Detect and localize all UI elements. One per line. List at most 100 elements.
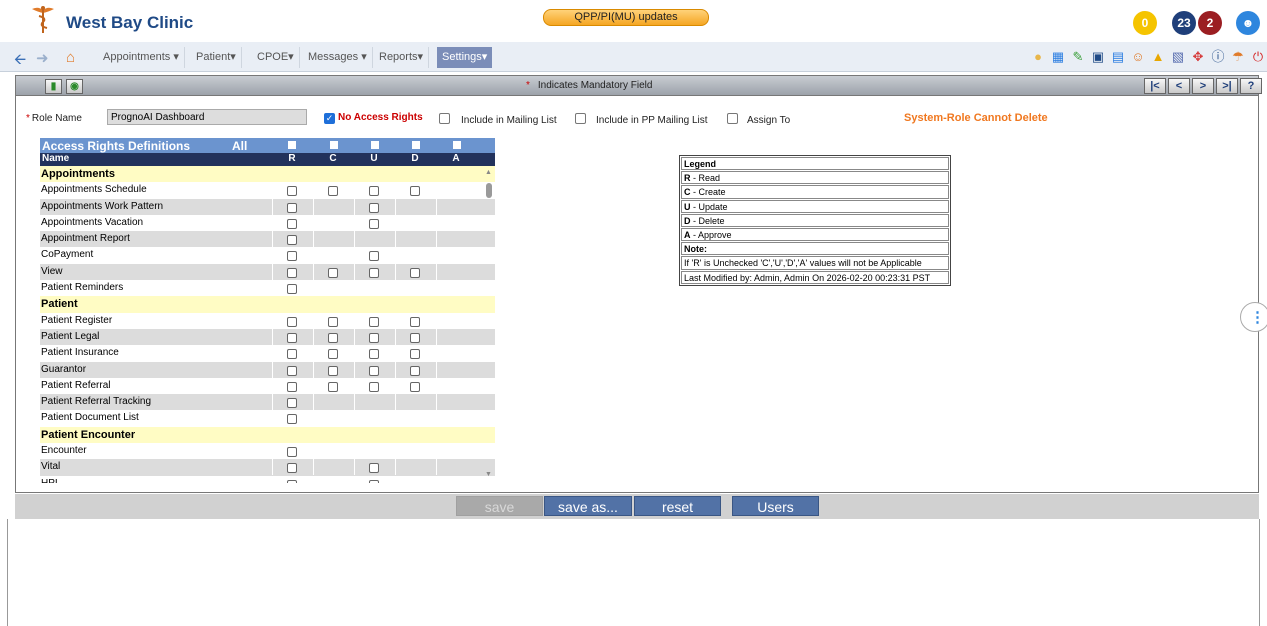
new-icon[interactable]: ● — [1030, 49, 1046, 65]
permission-u-checkbox[interactable] — [369, 463, 379, 474]
menu-patient[interactable]: Patient▾ — [191, 47, 242, 68]
back-arrow-icon[interactable]: 🡨 — [14, 49, 26, 74]
permission-c-checkbox[interactable] — [328, 365, 338, 376]
include-pp-mailing-checkbox[interactable] — [575, 113, 586, 124]
power-icon[interactable]: ⏻ — [1250, 49, 1266, 65]
provider-icon[interactable]: ☺ — [1130, 49, 1146, 65]
permission-r-checkbox[interactable] — [287, 398, 297, 409]
save-as-button[interactable]: save as... — [544, 496, 632, 516]
permission-r-checkbox[interactable] — [287, 284, 297, 295]
save-button[interactable]: save — [456, 496, 543, 516]
select-all-a-checkbox[interactable] — [453, 141, 461, 149]
scroll-up-arrow-icon[interactable]: ▲ — [485, 169, 492, 176]
permission-d-checkbox[interactable] — [410, 381, 420, 392]
select-all-u-checkbox[interactable] — [371, 141, 379, 149]
user-icon[interactable]: ☻ — [1236, 11, 1260, 35]
select-all-d-checkbox[interactable] — [412, 141, 420, 149]
edit-note-icon[interactable]: ✎ — [1070, 49, 1086, 65]
permission-u-checkbox[interactable] — [369, 332, 379, 343]
permission-c-checkbox[interactable] — [328, 349, 338, 360]
permission-u-checkbox[interactable] — [369, 251, 379, 262]
permission-r-checkbox[interactable] — [287, 479, 297, 483]
move-icon[interactable]: ✥ — [1190, 49, 1206, 65]
help-button[interactable]: ? — [1240, 78, 1262, 94]
permission-r-checkbox[interactable] — [287, 332, 297, 343]
role-name-input[interactable] — [107, 109, 307, 125]
permission-u-checkbox[interactable] — [369, 381, 379, 392]
permission-c-checkbox[interactable] — [328, 186, 338, 197]
table-scrollbar[interactable]: ▲ ▼ — [484, 169, 494, 479]
binoculars-icon[interactable]: ◉ — [66, 79, 83, 94]
permission-u-checkbox[interactable] — [369, 186, 379, 197]
menu-settings[interactable]: Settings▾ — [437, 47, 493, 68]
select-all-r-checkbox[interactable] — [288, 141, 296, 149]
permission-r-checkbox[interactable] — [287, 316, 297, 327]
billing-icon[interactable]: ▣ — [1090, 49, 1106, 65]
menu-cpoe[interactable]: CPOE▾ — [252, 47, 300, 68]
notification-badge-yellow[interactable]: 0 — [1133, 11, 1157, 35]
notification-badge-messages[interactable]: 23 — [1172, 11, 1196, 35]
permission-d-checkbox[interactable] — [410, 365, 420, 376]
permission-r-checkbox[interactable] — [287, 349, 297, 360]
calendar-icon[interactable]: ▤ — [1110, 49, 1126, 65]
scroll-down-arrow-icon[interactable]: ▼ — [485, 471, 492, 478]
side-panel-handle[interactable]: ⋮ — [1240, 302, 1267, 332]
no-access-rights-checkbox[interactable]: ✓ — [324, 113, 335, 124]
permission-r-checkbox[interactable] — [287, 267, 297, 278]
notification-badge-alerts[interactable]: 2 — [1198, 11, 1222, 35]
assign-to-checkbox[interactable] — [727, 113, 738, 124]
permission-r-checkbox[interactable] — [287, 186, 297, 197]
permission-d-checkbox[interactable] — [410, 186, 420, 197]
permission-u-checkbox[interactable] — [369, 365, 379, 376]
include-mailing-checkbox[interactable] — [439, 113, 450, 124]
permission-d-checkbox[interactable] — [410, 316, 420, 327]
reset-button[interactable]: reset — [634, 496, 721, 516]
permission-r-checkbox[interactable] — [287, 447, 297, 458]
permission-r-checkbox[interactable] — [287, 218, 297, 229]
cell-u — [354, 475, 395, 483]
last-page-button[interactable]: >| — [1216, 78, 1238, 94]
permission-d-checkbox[interactable] — [410, 332, 420, 343]
home-icon[interactable]: ⌂ — [66, 49, 75, 66]
permission-c-checkbox[interactable] — [328, 381, 338, 392]
permission-c-checkbox[interactable] — [328, 316, 338, 327]
legend-item: U - Update — [681, 199, 949, 213]
permission-u-checkbox[interactable] — [369, 202, 379, 213]
permission-u-checkbox[interactable] — [369, 218, 379, 229]
new-document-icon[interactable]: ▮ — [45, 79, 62, 94]
permission-c-checkbox[interactable] — [328, 332, 338, 343]
cell-r — [272, 280, 313, 297]
prev-page-button[interactable]: < — [1168, 78, 1190, 94]
bar-chart-icon[interactable]: ▦ — [1050, 49, 1066, 65]
permission-r-checkbox[interactable] — [287, 202, 297, 213]
cell-u — [354, 394, 395, 411]
folder-alert-icon[interactable]: ▲ — [1150, 49, 1166, 65]
menu-messages[interactable]: Messages ▾ — [303, 47, 373, 68]
permission-d-checkbox[interactable] — [410, 349, 420, 360]
permission-u-checkbox[interactable] — [369, 479, 379, 483]
permission-u-checkbox[interactable] — [369, 316, 379, 327]
permission-u-checkbox[interactable] — [369, 267, 379, 278]
first-page-button[interactable]: |< — [1144, 78, 1166, 94]
permission-r-checkbox[interactable] — [287, 251, 297, 262]
permission-r-checkbox[interactable] — [287, 381, 297, 392]
permission-u-checkbox[interactable] — [369, 349, 379, 360]
qpp-updates-button[interactable]: QPP/PI(MU) updates — [543, 9, 709, 26]
permission-r-checkbox[interactable] — [287, 463, 297, 474]
permission-d-checkbox[interactable] — [410, 267, 420, 278]
cell-u — [354, 377, 395, 394]
menu-appointments[interactable]: Appointments ▾ — [98, 47, 185, 68]
permission-c-checkbox[interactable] — [328, 267, 338, 278]
select-all-c-checkbox[interactable] — [330, 141, 338, 149]
user-lock-icon[interactable]: ☂ — [1230, 49, 1246, 65]
permission-r-checkbox[interactable] — [287, 365, 297, 376]
next-page-button[interactable]: > — [1192, 78, 1214, 94]
rc-icon[interactable]: ▧ — [1170, 49, 1186, 65]
forward-arrow-icon[interactable]: ➜ — [36, 49, 49, 67]
permission-r-checkbox[interactable] — [287, 235, 297, 246]
scroll-thumb[interactable] — [486, 183, 492, 198]
menu-reports[interactable]: Reports▾ — [374, 47, 430, 68]
users-button[interactable]: Users — [732, 496, 819, 516]
info-icon[interactable]: ⓘ — [1210, 49, 1226, 65]
permission-r-checkbox[interactable] — [287, 414, 297, 425]
